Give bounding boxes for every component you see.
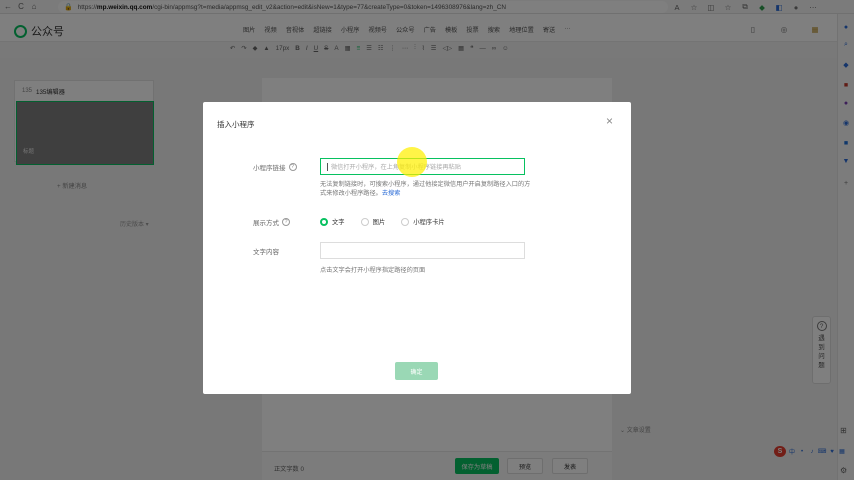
cursor-highlight — [397, 147, 427, 177]
radio-text[interactable]: 文字 — [320, 217, 345, 226]
radio-dot — [320, 217, 328, 226]
question-icon[interactable]: ? — [282, 218, 290, 226]
dialog-title: 插入小程序 — [217, 120, 255, 129]
text-content-input[interactable] — [320, 242, 525, 259]
display-mode-radio-group: 文字 图片 小程序卡片 — [320, 217, 445, 226]
confirm-button[interactable]: 确定 — [395, 362, 438, 380]
link-label-text: 小程序链接 — [253, 165, 286, 172]
search-link[interactable]: 去搜索 — [382, 190, 401, 197]
radio-card[interactable]: 小程序卡片 — [401, 217, 445, 226]
link-hint: 无法复制链接时，可搜索小程序，通过他接定微信用户开启复制路径入口的方式来修改小程… — [320, 180, 535, 198]
hint-text: 无法复制链接时，可搜索小程序，通过他接定微信用户开启复制路径入口的方式来修改小程… — [320, 181, 531, 197]
radio-image[interactable]: 图片 — [360, 217, 386, 226]
text-cursor — [327, 162, 328, 171]
question-icon[interactable]: ? — [288, 163, 297, 171]
text-content-label-text: 文字内容 — [253, 249, 279, 256]
link-placeholder: 微信打开小程序，在上角复制小程序链接再粘贴 — [331, 164, 461, 171]
display-label-text: 展示方式 — [253, 220, 279, 227]
radio-dot — [401, 217, 410, 226]
radio-label: 小程序卡片 — [413, 219, 445, 226]
radio-label: 文字 — [332, 219, 345, 226]
insert-miniprogram-dialog: 插入小程序 × 小程序链接 ? 微信打开小程序，在上角复制小程序链接再粘贴 无法… — [203, 102, 631, 394]
radio-dot — [360, 217, 369, 226]
text-content-note: 点击文字会打开小程序指定路径的页面 — [320, 267, 426, 274]
close-icon[interactable]: × — [606, 115, 613, 127]
display-label: 展示方式 ? — [253, 217, 290, 227]
link-label: 小程序链接 ? — [253, 162, 297, 172]
text-content-label: 文字内容 — [253, 246, 279, 256]
radio-label: 图片 — [372, 219, 386, 226]
